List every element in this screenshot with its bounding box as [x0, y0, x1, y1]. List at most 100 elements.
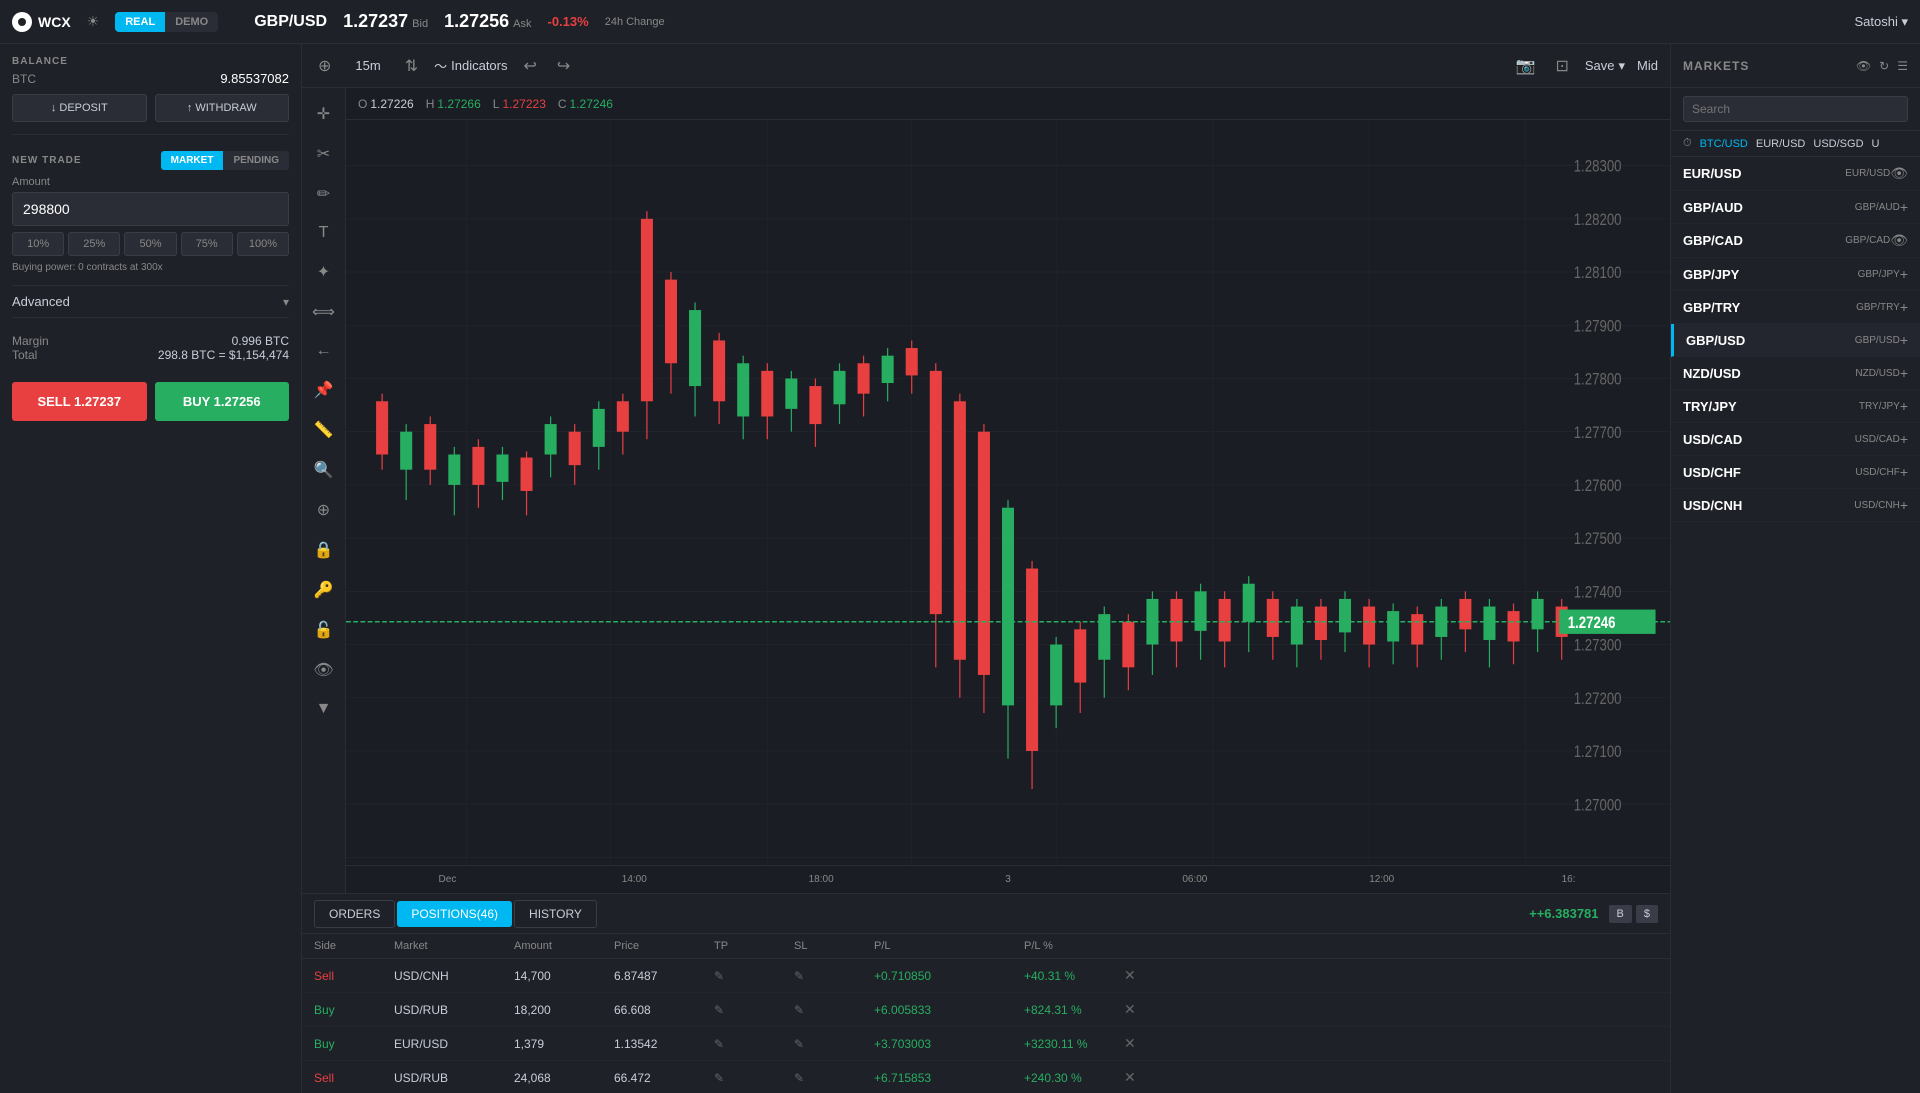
watch-market-icon[interactable]: 👁 [1890, 232, 1908, 249]
row-tp[interactable]: ✎ [714, 1003, 794, 1017]
real-mode-button[interactable]: REAL [115, 12, 165, 32]
market-mode-button[interactable]: MARKET [161, 151, 224, 170]
text-tool-icon[interactable]: T [302, 216, 345, 250]
add-market-icon[interactable]: + [1900, 464, 1908, 480]
crosshair-tool-icon[interactable]: ✛ [302, 96, 345, 132]
save-button[interactable]: Save ▾ [1585, 58, 1625, 74]
cut-tool-icon[interactable]: ✂ [302, 136, 345, 172]
sun-icon[interactable]: ☀ [87, 13, 100, 30]
positions-tab[interactable]: POSITIONS(46) [397, 901, 512, 927]
pct-50-button[interactable]: 50% [124, 232, 176, 256]
lock-open-icon[interactable]: 🔓 [302, 612, 345, 648]
market-item[interactable]: GBP/USD GBP/USD + [1671, 324, 1920, 357]
pct-25-button[interactable]: 25% [68, 232, 120, 256]
add-market-icon[interactable]: + [1900, 365, 1908, 381]
market-item[interactable]: NZD/USD NZD/USD + [1671, 357, 1920, 390]
watch-market-icon[interactable]: 👁 [1890, 165, 1908, 182]
row-tp[interactable]: ✎ [714, 1037, 794, 1051]
market-item[interactable]: GBP/TRY GBP/TRY + [1671, 291, 1920, 324]
filter-usdsgd[interactable]: USD/SGD [1813, 138, 1863, 150]
undo-icon[interactable]: ↩ [520, 52, 541, 80]
filter-eurusd[interactable]: EUR/USD [1756, 138, 1806, 150]
demo-mode-button[interactable]: DEMO [165, 12, 218, 32]
chart-canvas-wrap[interactable]: 1.28300 1.28200 1.28100 1.27900 1.27800 … [346, 120, 1670, 865]
row-tp[interactable]: ✎ [714, 969, 794, 983]
camera-icon[interactable]: 📷 [1512, 52, 1540, 80]
withdraw-button[interactable]: ↑ WITHDRAW [155, 94, 290, 122]
market-item[interactable]: USD/CHF USD/CHF + [1671, 456, 1920, 489]
chart-left-tools: ✛ ✂ ✏ T ✦ ⟺ ← 📌 📏 🔍 ⊕ 🔒 🔑 🔓 👁 ▼ [302, 88, 346, 893]
timeframe-button[interactable]: 15m [347, 54, 388, 77]
zoom-tool-icon[interactable]: 🔍 [302, 452, 345, 488]
market-item[interactable]: EUR/USD EUR/USD 👁 [1671, 157, 1920, 191]
close-row-icon[interactable]: ✕ [1124, 1035, 1164, 1052]
arrow-tool-icon[interactable]: ← [302, 334, 345, 368]
shape-tool-icon[interactable]: ✦ [302, 254, 345, 290]
compare-icon[interactable]: ⇅ [401, 52, 422, 80]
deposit-button[interactable]: ↓ DEPOSIT [12, 94, 147, 122]
pnl-s-button[interactable]: $ [1636, 905, 1658, 923]
menu-icon[interactable]: ☰ [1897, 59, 1908, 73]
add-market-icon[interactable]: + [1900, 497, 1908, 513]
filter-u[interactable]: U [1872, 138, 1880, 150]
expand-icon[interactable]: ▼ [302, 692, 345, 726]
col-tp: TP [714, 940, 794, 952]
close-row-icon[interactable]: ✕ [1124, 967, 1164, 984]
crosshair-icon[interactable]: ⊕ [314, 52, 335, 80]
add-market-icon[interactable]: + [1900, 398, 1908, 414]
pending-mode-button[interactable]: PENDING [223, 151, 289, 170]
add-market-icon[interactable]: + [1900, 266, 1908, 282]
node-tool-icon[interactable]: ⟺ [302, 294, 345, 330]
row-tp[interactable]: ✎ [714, 1071, 794, 1085]
ruler-tool-icon[interactable]: 📏 [302, 412, 345, 448]
refresh-icon[interactable]: ↻ [1879, 59, 1889, 73]
lock-key-icon[interactable]: 🔑 [302, 572, 345, 608]
eye-tool-icon[interactable]: 👁 [302, 652, 345, 688]
filter-btcusd[interactable]: BTC/USD [1700, 138, 1748, 150]
advanced-row[interactable]: Advanced ▾ [12, 285, 289, 318]
pnl-b-button[interactable]: B [1609, 905, 1632, 923]
magnet-tool-icon[interactable]: ⊕ [302, 492, 345, 528]
history-tab[interactable]: HISTORY [514, 900, 597, 928]
svg-text:1.28300: 1.28300 [1574, 157, 1622, 176]
user-menu[interactable]: Satoshi ▾ [1855, 14, 1909, 30]
fullscreen-icon[interactable]: ⊡ [1551, 52, 1572, 80]
market-item[interactable]: GBP/CAD GBP/CAD 👁 [1671, 224, 1920, 258]
amount-input[interactable] [12, 192, 289, 226]
pin-tool-icon[interactable]: 📌 [302, 372, 345, 408]
markets-search [1671, 88, 1920, 131]
pct-100-button[interactable]: 100% [237, 232, 289, 256]
row-sl[interactable]: ✎ [794, 1037, 874, 1051]
add-market-icon[interactable]: + [1900, 199, 1908, 215]
redo-icon[interactable]: ↪ [553, 52, 574, 80]
market-name: GBP/CAD [1683, 233, 1839, 248]
market-item[interactable]: TRY/JPY TRY/JPY + [1671, 390, 1920, 423]
row-sl[interactable]: ✎ [794, 1071, 874, 1085]
lock-closed-icon[interactable]: 🔒 [302, 532, 345, 568]
pct-10-button[interactable]: 10% [12, 232, 64, 256]
close-row-icon[interactable]: ✕ [1124, 1001, 1164, 1018]
pen-tool-icon[interactable]: ✏ [302, 176, 345, 212]
sell-button[interactable]: SELL 1.27237 [12, 382, 147, 421]
market-item[interactable]: GBP/AUD GBP/AUD + [1671, 191, 1920, 224]
eye-icon[interactable]: 👁 [1856, 59, 1871, 73]
row-sl[interactable]: ✎ [794, 969, 874, 983]
row-pl-pct: +240.30 % [1024, 1071, 1124, 1085]
indicators-button[interactable]: 〜 Indicators [434, 56, 507, 75]
orders-tab[interactable]: ORDERS [314, 900, 395, 928]
pct-75-button[interactable]: 75% [181, 232, 233, 256]
btc-currency-label: BTC [12, 72, 36, 86]
market-item[interactable]: USD/CNH USD/CNH + [1671, 489, 1920, 522]
add-market-icon[interactable]: + [1900, 332, 1908, 348]
amount-label: Amount [12, 176, 289, 188]
row-market: EUR/USD [394, 1037, 514, 1051]
mid-button[interactable]: Mid [1637, 58, 1658, 73]
market-item[interactable]: GBP/JPY GBP/JPY + [1671, 258, 1920, 291]
add-market-icon[interactable]: + [1900, 299, 1908, 315]
markets-search-input[interactable] [1683, 96, 1908, 122]
market-item[interactable]: USD/CAD USD/CAD + [1671, 423, 1920, 456]
row-sl[interactable]: ✎ [794, 1003, 874, 1017]
add-market-icon[interactable]: + [1900, 431, 1908, 447]
buy-button[interactable]: BUY 1.27256 [155, 382, 290, 421]
close-row-icon[interactable]: ✕ [1124, 1069, 1164, 1086]
